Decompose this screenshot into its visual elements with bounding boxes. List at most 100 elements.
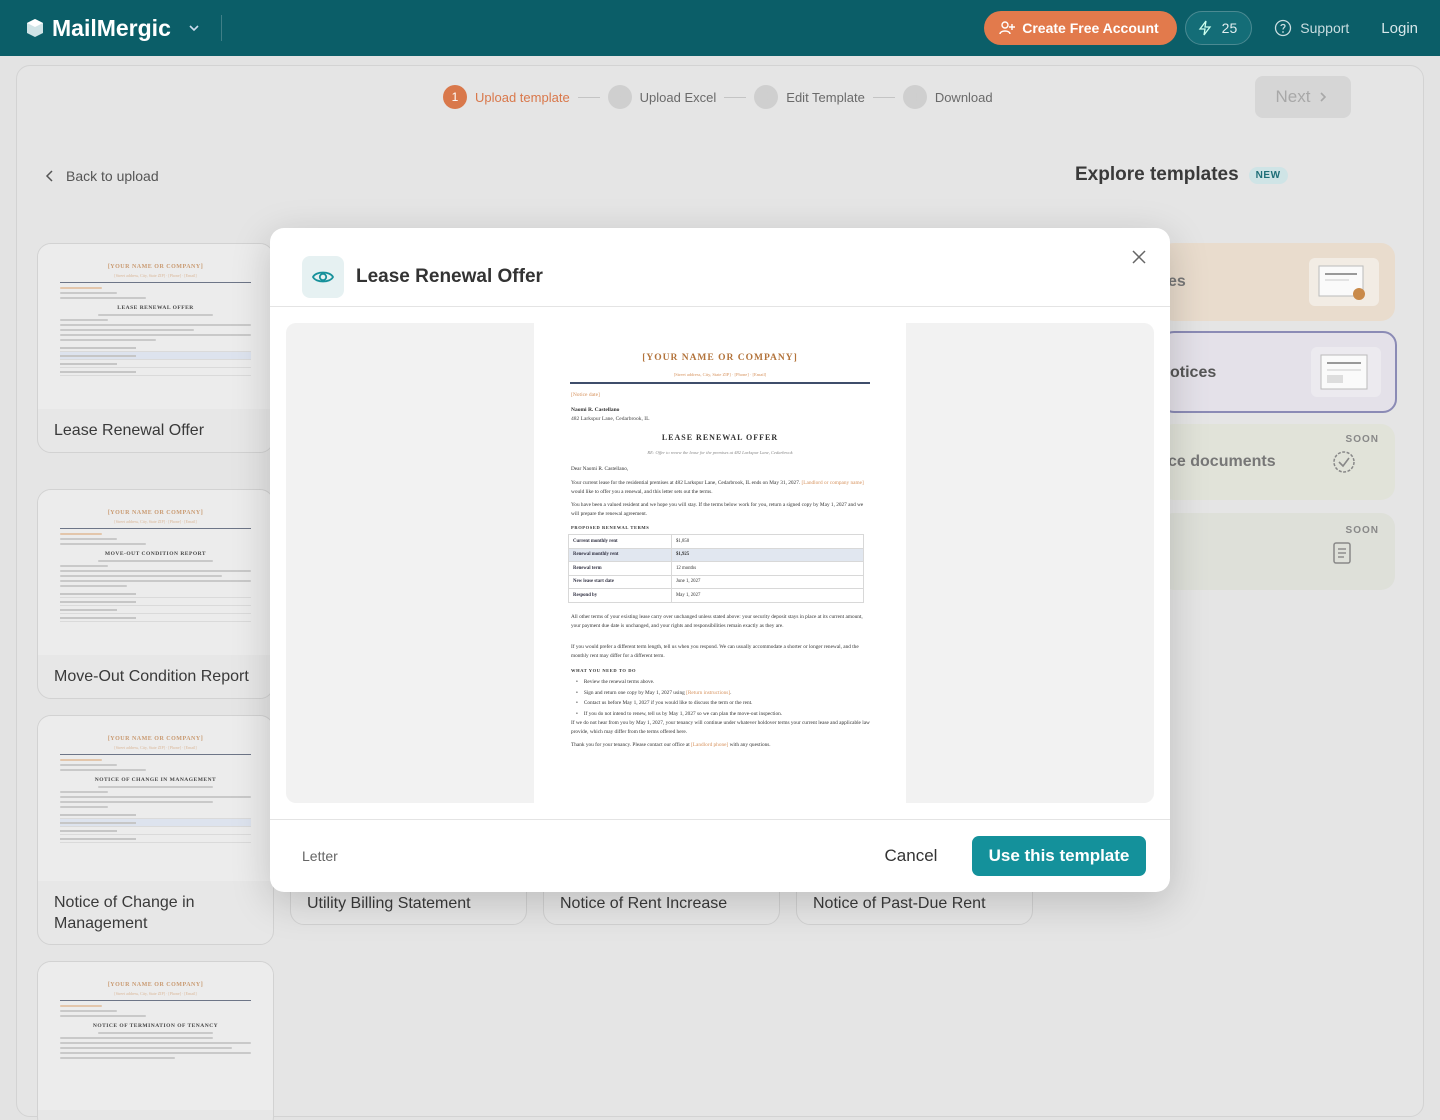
doc-paragraph: If you would prefer a different term len… bbox=[571, 644, 859, 659]
lightning-icon bbox=[1198, 20, 1211, 36]
doc-text: would like to offer you a renewal, and t… bbox=[571, 489, 713, 495]
doc-header: [YOUR NAME OR COMPANY] bbox=[642, 353, 798, 363]
template-thumbnail: [YOUR NAME OR COMPANY] [Street address, … bbox=[38, 962, 273, 1110]
template-title: Notice of Change in Management bbox=[54, 894, 195, 932]
doc-paragraph: You have been a valued resident and we h… bbox=[571, 502, 864, 517]
template-title: Utility Billing Statement bbox=[307, 895, 471, 912]
create-account-button[interactable]: Create Free Account bbox=[984, 11, 1177, 45]
term-value: June 1, 2027 bbox=[671, 574, 864, 589]
login-link[interactable]: Login bbox=[1381, 20, 1418, 37]
brand-logo[interactable]: MailMergic bbox=[24, 15, 201, 42]
list-item: Review the renewal terms above. bbox=[571, 677, 871, 688]
chevron-down-icon[interactable] bbox=[187, 21, 201, 35]
category-tile-coming-soon: SOON bbox=[1160, 513, 1395, 590]
category-title: otices bbox=[1170, 364, 1217, 381]
step-number: 3 bbox=[754, 85, 779, 109]
step-connector bbox=[872, 96, 895, 98]
divider bbox=[220, 15, 222, 41]
support-link[interactable]: Support bbox=[1274, 19, 1349, 37]
support-label: Support bbox=[1300, 20, 1350, 36]
soon-badge: SOON bbox=[1345, 434, 1379, 445]
template-preview-modal: Lease Renewal Offer [YOUR NAME OR COMPAN… bbox=[270, 228, 1170, 892]
terms-table: Current monthly rent $1,850 Renewal month… bbox=[568, 534, 864, 603]
template-card[interactable]: [YOUR NAME OR COMPANY] [Street address, … bbox=[37, 715, 274, 945]
chevron-left-icon bbox=[45, 170, 53, 182]
table-row: Renewal term 12 months bbox=[568, 561, 864, 576]
list-item: If you do not intend to renew, tell us b… bbox=[571, 709, 871, 720]
template-card[interactable]: [YOUR NAME OR COMPANY] [Street address, … bbox=[37, 243, 274, 453]
step-upload-template: 1 Upload template bbox=[443, 85, 570, 109]
stepper: 1 Upload template 2 Upload Excel 3 Edit Tem… bbox=[443, 85, 993, 109]
term-value: $1,925 bbox=[671, 547, 864, 562]
doc-paragraph: Thank you for your tenancy. Please conta… bbox=[571, 741, 871, 750]
explore-title: Explore templates bbox=[1075, 164, 1239, 185]
thumb-header: [YOUR NAME OR COMPANY] bbox=[107, 736, 204, 742]
thumb-subheader: [Street address, City, State ZIP] · [Pho… bbox=[114, 519, 197, 524]
logo-icon bbox=[27, 19, 43, 37]
next-label: Next bbox=[1275, 87, 1311, 106]
step-number: 2 bbox=[607, 85, 632, 109]
close-icon bbox=[1132, 250, 1146, 264]
doc-paragraph: If we do not hear from you by May 1, 202… bbox=[571, 720, 870, 735]
doc-address: 482 Larkspur Lane, Cedarbrook, IL bbox=[571, 416, 650, 422]
step-connector bbox=[577, 96, 600, 98]
doc-section-heading: WHAT YOU NEED TO DO bbox=[571, 668, 637, 673]
close-button[interactable] bbox=[1130, 248, 1148, 266]
template-title: Notice of Rent Increase bbox=[560, 895, 728, 912]
thumb-header: [YOUR NAME OR COMPANY] bbox=[107, 510, 204, 516]
template-thumbnail: [YOUR NAME OR COMPANY] [Street address, … bbox=[38, 244, 273, 409]
notice-icon bbox=[1311, 347, 1381, 397]
category-tile[interactable]: es bbox=[1160, 243, 1395, 321]
term-label: Respond by bbox=[568, 588, 672, 603]
doc-text: Sign and return one copy by May 1, 2027 … bbox=[583, 689, 687, 696]
preview-icon-badge bbox=[302, 256, 344, 298]
list-item: Contact us before May 1, 2027 if you wou… bbox=[571, 698, 871, 709]
page-format-label: Letter bbox=[302, 848, 338, 864]
category-tile-selected[interactable]: otices bbox=[1160, 331, 1397, 413]
step-number: 4 bbox=[902, 85, 927, 109]
check-badge-icon bbox=[1333, 451, 1355, 473]
step-connector bbox=[724, 96, 747, 98]
thumb-title: MOVE-OUT CONDITION REPORT bbox=[104, 551, 207, 557]
doc-re-line: RE: Offer to renew the lease for the pre… bbox=[647, 450, 793, 455]
category-tile-coming-soon: ce documents SOON bbox=[1160, 424, 1395, 500]
table-row: Current monthly rent $1,850 bbox=[568, 534, 864, 549]
use-template-button[interactable]: Use this template bbox=[972, 836, 1146, 876]
template-card[interactable]: [YOUR NAME OR COMPANY] [Street address, … bbox=[37, 961, 274, 1120]
step-upload-excel: 2 Upload Excel bbox=[607, 85, 716, 109]
template-thumbnail: [YOUR NAME OR COMPANY] [Street address, … bbox=[38, 716, 273, 881]
top-navbar: MailMergic Create Free Account 25 Suppor… bbox=[0, 0, 1440, 56]
table-row: New lease start date June 1, 2027 bbox=[568, 574, 864, 589]
explore-templates-header: Explore templates NEW bbox=[1075, 164, 1288, 186]
template-title: Move-Out Condition Report bbox=[54, 668, 249, 685]
doc-placeholder: [Return instructions] bbox=[686, 689, 731, 696]
thumb-subheader: [Street address, City, State ZIP] · [Pho… bbox=[114, 991, 197, 996]
doc-section-heading: PROPOSED RENEWAL TERMS bbox=[571, 525, 650, 530]
back-to-upload-link[interactable]: Back to upload bbox=[44, 168, 159, 184]
divider bbox=[270, 819, 1170, 820]
term-label: Renewal monthly rent bbox=[568, 547, 672, 562]
doc-greeting: Dear Naomi R. Castellano, bbox=[571, 466, 629, 472]
soon-badge: SOON bbox=[1345, 525, 1379, 536]
document-list-icon bbox=[1333, 542, 1351, 564]
preview-area[interactable]: [YOUR NAME OR COMPANY] [Street address, … bbox=[286, 323, 1154, 803]
credits-count: 25 bbox=[1221, 20, 1238, 36]
cancel-button[interactable]: Cancel bbox=[870, 836, 952, 876]
next-button[interactable]: Next bbox=[1255, 76, 1351, 118]
doc-title: LEASE RENEWAL OFFER bbox=[661, 433, 779, 442]
divider bbox=[270, 306, 1170, 307]
step-edit-template: 3 Edit Template bbox=[754, 85, 865, 109]
credits-badge[interactable]: 25 bbox=[1184, 11, 1253, 45]
doc-recipient: Naomi R. Castellano bbox=[571, 407, 620, 413]
create-account-label: Create Free Account bbox=[1022, 20, 1159, 36]
doc-text: Your current lease for the residential p… bbox=[571, 480, 801, 486]
template-card[interactable]: [YOUR NAME OR COMPANY] [Street address, … bbox=[37, 489, 274, 699]
thumb-subheader: [Street address, City, State ZIP] · [Pho… bbox=[114, 273, 197, 278]
template-title: Notice of Past-Due Rent bbox=[813, 895, 986, 912]
step-label: Edit Template bbox=[786, 89, 865, 105]
template-thumbnail: [YOUR NAME OR COMPANY] [Street address, … bbox=[38, 490, 273, 655]
step-download: 4 Download bbox=[902, 85, 993, 109]
doc-paragraph: Your current lease for the residential p… bbox=[571, 479, 871, 497]
table-row: Renewal monthly rent $1,925 bbox=[568, 547, 864, 562]
doc-placeholder: [Landlord or company name] bbox=[801, 480, 864, 486]
